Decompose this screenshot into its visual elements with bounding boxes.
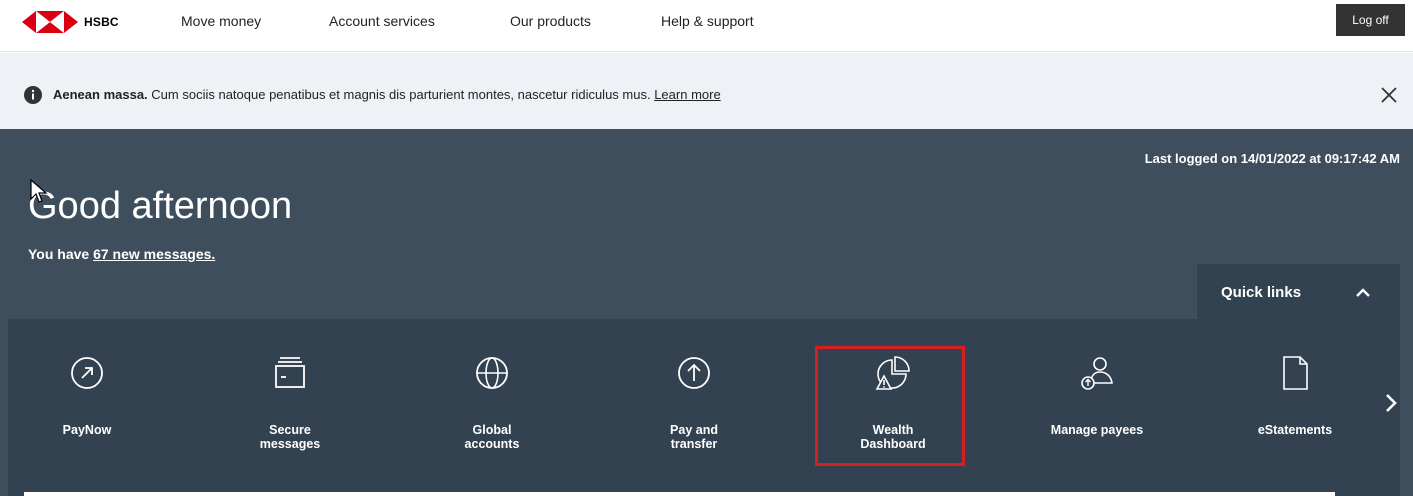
chevron-up-icon — [1356, 288, 1370, 297]
nav-account-services[interactable]: Account services — [329, 13, 435, 29]
quick-link-manage-payees[interactable]: Manage payees — [1022, 319, 1172, 469]
notice-message: Aenean massa. Cum sociis natoque penatib… — [53, 87, 721, 102]
globe-icon — [476, 357, 508, 389]
brand-name: HSBC — [84, 15, 119, 29]
quick-link-paynow[interactable]: PayNow — [12, 319, 162, 469]
mouse-cursor-icon — [30, 179, 48, 203]
quick-link-label: Manage payees — [1050, 423, 1144, 437]
quick-link-label: Global accounts — [464, 423, 520, 451]
last-logged-text: Last logged on 14/01/2022 at 09:17:42 AM — [1144, 151, 1400, 166]
pie-chart-warning-icon — [875, 356, 910, 390]
messages-prefix: You have — [28, 246, 94, 262]
quick-link-label: PayNow — [62, 423, 112, 437]
nav-move-money[interactable]: Move money — [181, 13, 261, 29]
quick-link-label: Pay and transfer — [670, 423, 718, 451]
hsbc-hexagon-icon — [22, 11, 78, 33]
paynow-icon — [71, 357, 103, 389]
quick-link-pay-and-transfer[interactable]: Pay and transfer — [619, 319, 769, 469]
messages-summary: You have 67 new messages. — [28, 246, 215, 262]
quick-link-label: Secure messages — [259, 423, 321, 451]
inbox-icon — [275, 357, 305, 388]
nav-our-products[interactable]: Our products — [510, 13, 591, 29]
quick-links-panel: PayNow Secure messages Global accounts P… — [8, 319, 1400, 496]
quick-link-wealth-dashboard[interactable]: Wealth Dashboard — [818, 319, 968, 469]
notice-bold-text: Aenean massa. — [53, 87, 148, 102]
quick-link-estatements[interactable]: eStatements — [1220, 319, 1370, 469]
quick-links-toggle[interactable]: Quick links — [1197, 264, 1400, 319]
document-icon — [1283, 356, 1308, 390]
greeting-heading: Good afternoon — [28, 185, 293, 227]
quick-link-secure-messages[interactable]: Secure messages — [215, 319, 365, 469]
notice-banner: Aenean massa. Cum sociis natoque penatib… — [0, 53, 1413, 129]
new-messages-link[interactable]: 67 new messages. — [93, 246, 215, 262]
log-off-button[interactable]: Log off — [1336, 4, 1405, 36]
nav-help-support[interactable]: Help & support — [661, 13, 754, 29]
quick-links-label: Quick links — [1221, 284, 1302, 301]
learn-more-link[interactable]: Learn more — [654, 87, 720, 102]
chevron-right-icon[interactable] — [1383, 392, 1399, 414]
payee-icon — [1081, 357, 1113, 390]
quick-link-label: Wealth Dashboard — [860, 423, 926, 451]
arrow-up-circle-icon — [678, 357, 710, 389]
close-icon[interactable] — [1379, 85, 1399, 105]
quick-link-global-accounts[interactable]: Global accounts — [417, 319, 567, 469]
top-navigation: HSBC Move money Account services Our pro… — [0, 0, 1413, 52]
notice-body-text: Cum sociis natoque penatibus et magnis d… — [147, 87, 655, 102]
hsbc-logo[interactable]: HSBC — [22, 10, 134, 34]
content-edge — [24, 492, 1335, 496]
welcome-section: Last logged on 14/01/2022 at 09:17:42 AM… — [0, 129, 1413, 496]
info-icon — [24, 86, 42, 104]
quick-link-label: eStatements — [1257, 423, 1333, 437]
